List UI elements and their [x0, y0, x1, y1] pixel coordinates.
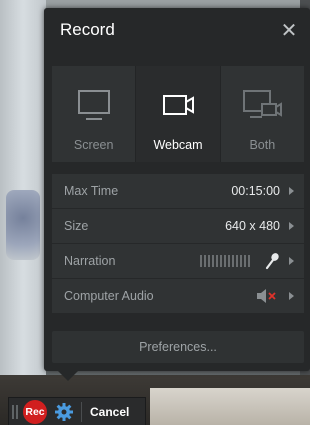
- narration-row[interactable]: Narration: [52, 244, 304, 279]
- chevron-right-icon: [289, 292, 294, 300]
- recording-toolbar: Rec Cancel: [8, 397, 146, 425]
- microphone-icon: [265, 253, 279, 270]
- background-light-area: [150, 388, 310, 425]
- size-label: Size: [64, 219, 89, 233]
- computer-audio-label: Computer Audio: [64, 289, 154, 303]
- background-object: [6, 190, 40, 260]
- chevron-right-icon: [289, 257, 294, 265]
- gear-icon: [55, 403, 73, 421]
- narration-label: Narration: [64, 254, 116, 268]
- monitor-icon: [77, 90, 110, 120]
- source-both-button[interactable]: Both: [220, 66, 304, 162]
- size-value: 640 x 480: [225, 219, 280, 233]
- settings-list: Max Time 00:15:00 Size 640 x 480 Narrati…: [52, 174, 304, 314]
- source-webcam-label: Webcam: [153, 138, 203, 152]
- panel-header: Record ✕: [44, 8, 310, 56]
- cancel-button[interactable]: Cancel: [90, 405, 129, 419]
- chevron-right-icon: [289, 222, 294, 230]
- drag-handle[interactable]: [9, 398, 21, 425]
- muted-speaker-icon: [257, 289, 276, 303]
- max-time-label: Max Time: [64, 184, 119, 198]
- source-both-label: Both: [249, 138, 276, 152]
- size-row[interactable]: Size 640 x 480: [52, 209, 304, 244]
- source-webcam-button[interactable]: Webcam: [136, 66, 221, 162]
- screen-and-webcam-icon: [243, 90, 283, 118]
- recording-source-selector: Screen Webcam Both: [52, 66, 304, 162]
- source-screen-button[interactable]: Screen: [52, 66, 137, 162]
- screen-recorder: Record ✕ Screen Webcam Both Max Time 00:…: [0, 0, 310, 425]
- source-screen-label: Screen: [73, 138, 114, 152]
- audio-level-meter: [200, 255, 252, 267]
- chevron-right-icon: [289, 187, 294, 195]
- preferences-button[interactable]: Preferences...: [52, 331, 304, 363]
- record-button[interactable]: Rec: [23, 400, 47, 424]
- close-icon: ✕: [280, 20, 298, 42]
- settings-button[interactable]: [53, 401, 75, 423]
- panel-pointer: [58, 371, 78, 381]
- close-button[interactable]: ✕: [278, 20, 300, 42]
- computer-audio-row[interactable]: Computer Audio: [52, 279, 304, 314]
- webcam-icon: [162, 95, 194, 115]
- record-panel: Record ✕ Screen Webcam Both Max Time 00:…: [44, 8, 310, 371]
- max-time-value: 00:15:00: [231, 184, 280, 198]
- toolbar-divider: [81, 402, 82, 422]
- max-time-row[interactable]: Max Time 00:15:00: [52, 174, 304, 209]
- panel-title: Record: [60, 20, 115, 39]
